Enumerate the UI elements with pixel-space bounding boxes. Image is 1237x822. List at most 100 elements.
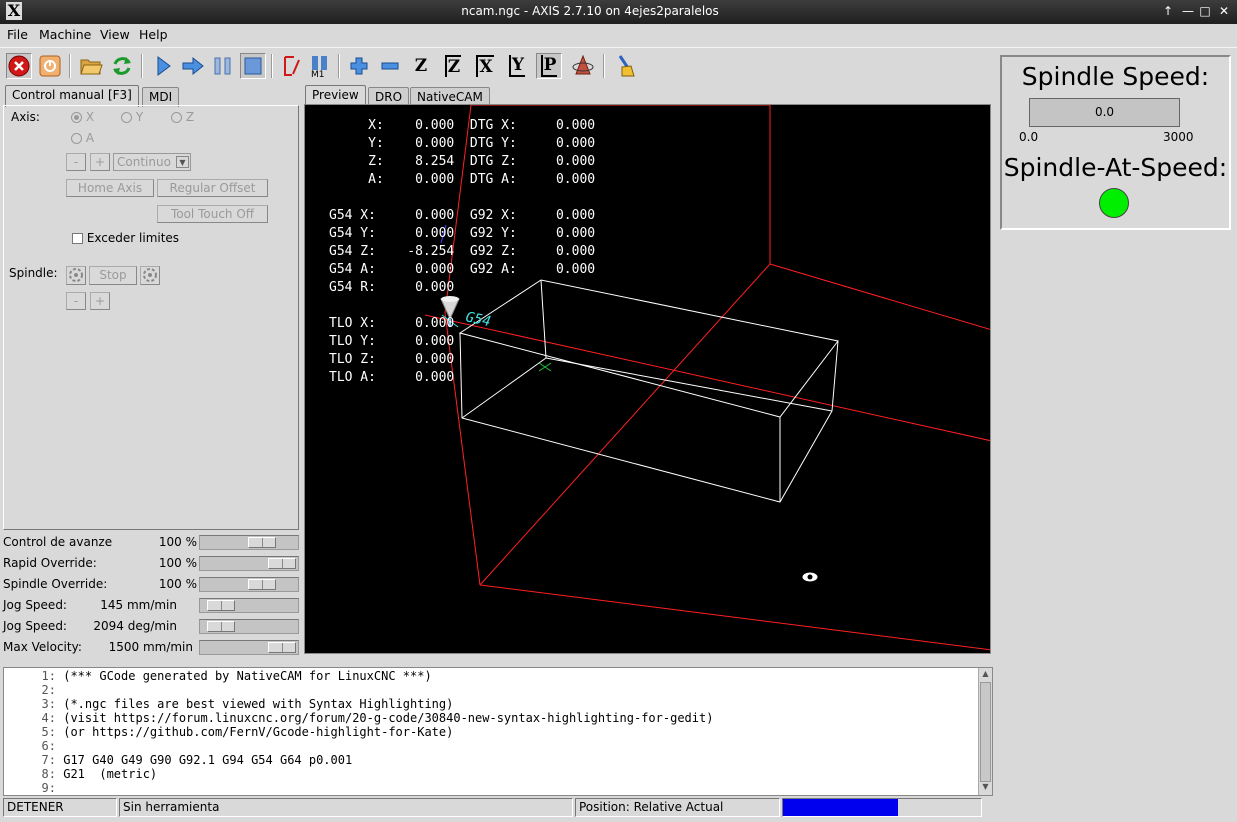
view-z2-button[interactable]: Z	[440, 53, 466, 79]
menu-help[interactable]: Help	[139, 27, 168, 42]
gcode-line-text: (or https://github.com/FernV/Gcode-highl…	[56, 725, 454, 739]
axis-radio-a[interactable]: A	[71, 131, 94, 145]
jog-plus-button[interactable]: +	[90, 153, 110, 171]
view-x-icon: X	[476, 55, 494, 77]
spindle-cw-icon	[143, 268, 157, 282]
regular-offset-button[interactable]: Regular Offset	[157, 179, 268, 197]
close-icon[interactable]: ✕	[1216, 3, 1232, 19]
menu-machine[interactable]: Machine	[39, 27, 91, 42]
gcode-scrollbar[interactable]: ▲ ▼	[978, 668, 992, 795]
tab-mdi[interactable]: MDI	[142, 87, 180, 107]
gcode-line-number: 5:	[41, 725, 56, 739]
spindle-stop-button[interactable]: Stop	[89, 266, 137, 285]
spindle-label: Spindle:	[9, 266, 58, 280]
gcode-line-number: 1:	[41, 669, 56, 683]
jog-minus-button[interactable]: -	[66, 153, 86, 171]
zoom-out-icon	[381, 62, 399, 70]
gcode-line[interactable]: 4: (visit https://forum.linuxcnc.org/for…	[4, 711, 714, 725]
reload-icon	[113, 57, 131, 75]
preview-canvas[interactable]: G54 X: 0.000 DTG X: 0.000 Y: 0.000 DTG Y…	[304, 104, 991, 654]
spindle-slower-button[interactable]: -	[66, 292, 86, 310]
spindle-cw-button[interactable]	[140, 266, 160, 285]
jog-speed-angular-slider[interactable]	[199, 619, 299, 634]
feed-override-slider[interactable]	[199, 535, 299, 550]
manual-control-panel: Axis: X Y Z A - + Continuo ▼ Home Axis R…	[3, 105, 299, 530]
optional-stop-icon: M1	[311, 56, 327, 78]
gcode-line[interactable]: 8: G21 (metric)	[4, 767, 158, 781]
optional-stop-button[interactable]: M1	[307, 53, 333, 79]
axis-radio-x[interactable]: X	[71, 110, 94, 124]
pause-button[interactable]	[210, 53, 236, 79]
slider-label: Rapid Override:	[3, 556, 97, 570]
estop-button[interactable]	[6, 53, 32, 79]
reload-button[interactable]	[109, 53, 135, 79]
slider-label: Control de avanze	[3, 535, 113, 549]
slider-thumb[interactable]	[268, 558, 296, 569]
open-file-icon	[80, 59, 103, 75]
menu-view[interactable]: View	[100, 27, 130, 42]
step-button[interactable]	[180, 53, 206, 79]
gcode-line-number: 7:	[41, 753, 56, 767]
override-limits-checkbox[interactable]: Exceder limites	[72, 231, 179, 245]
view-z-button[interactable]: Z	[408, 53, 434, 79]
slider-thumb[interactable]	[207, 600, 235, 611]
zoom-in-button[interactable]	[346, 53, 372, 79]
spindle-override-slider[interactable]	[199, 577, 299, 592]
tool-touch-off-button[interactable]: Tool Touch Off	[157, 205, 268, 223]
slider-thumb[interactable]	[268, 642, 296, 653]
gcode-line[interactable]: 6:	[4, 739, 63, 753]
window-title: ncam.ngc - AXIS 2.7.10 on 4ejes2paralelo…	[461, 4, 719, 18]
slider-value: 2094 deg/min	[93, 619, 177, 633]
axis-radio-y[interactable]: Y	[121, 110, 143, 124]
minimize-icon[interactable]: —	[1180, 3, 1196, 19]
gcode-line-text: (visit https://forum.linuxcnc.org/forum/…	[56, 711, 714, 725]
menu-file[interactable]: File	[7, 27, 28, 42]
home-axis-button[interactable]: Home Axis	[66, 179, 154, 197]
power-button[interactable]	[37, 53, 63, 79]
chevron-down-icon: ▼	[176, 156, 189, 168]
gcode-line[interactable]: 9:	[4, 781, 63, 795]
slider-value: 100 %	[158, 556, 197, 570]
view-p-button[interactable]: P	[536, 53, 562, 79]
keep-above-icon[interactable]: ↑	[1160, 3, 1176, 19]
rotate-view-button[interactable]	[570, 53, 596, 79]
clear-plot-button[interactable]	[612, 53, 638, 79]
open-file-button[interactable]	[78, 53, 104, 79]
toolbar-separator	[338, 54, 340, 78]
slider-thumb[interactable]	[248, 537, 276, 548]
slider-label: Jog Speed:	[3, 619, 67, 633]
gcode-listing[interactable]: 1: (*** GCode generated by NativeCAM for…	[3, 667, 993, 796]
run-button[interactable]	[150, 53, 176, 79]
scroll-down-icon[interactable]: ▼	[980, 782, 991, 794]
slider-thumb[interactable]	[207, 621, 235, 632]
rapid-override-slider[interactable]	[199, 556, 299, 571]
gcode-line-number: 2:	[41, 683, 56, 697]
jog-speed-linear-slider[interactable]	[199, 598, 299, 613]
gcode-line[interactable]: 2:	[4, 683, 63, 697]
stop-button[interactable]	[240, 53, 266, 79]
jog-speed-angular-row: Jog Speed: 2094 deg/min	[3, 616, 299, 637]
jog-mode-select[interactable]: Continuo ▼	[113, 153, 191, 171]
axis-label: Axis:	[11, 110, 40, 124]
scroll-up-icon[interactable]: ▲	[980, 669, 991, 681]
block-delete-button[interactable]	[278, 53, 304, 79]
spindle-at-speed-led	[1099, 188, 1129, 218]
view-x-button[interactable]: X	[472, 53, 498, 79]
gcode-line-number: 4:	[41, 711, 56, 725]
gcode-line-text	[56, 739, 63, 753]
spindle-ccw-button[interactable]	[66, 266, 86, 285]
scrollbar-thumb[interactable]	[980, 682, 991, 782]
max-velocity-slider[interactable]	[199, 640, 299, 655]
slider-thumb[interactable]	[248, 579, 276, 590]
axis-radio-z[interactable]: Z	[171, 110, 194, 124]
zoom-out-button[interactable]	[377, 53, 403, 79]
maximize-icon[interactable]: □	[1197, 3, 1213, 19]
view-y-button[interactable]: Y	[504, 53, 530, 79]
tab-manual-control[interactable]: Control manual [F3]	[5, 85, 139, 107]
status-position: Position: Relative Actual	[575, 798, 780, 817]
gcode-line[interactable]: 7: G17 G40 G49 G90 G92.1 G94 G54 G64 p0.…	[4, 753, 353, 767]
gcode-line[interactable]: 1: (*** GCode generated by NativeCAM for…	[4, 669, 432, 683]
spindle-faster-button[interactable]: +	[90, 292, 110, 310]
gcode-line[interactable]: 3: (*.ngc files are best viewed with Syn…	[4, 697, 454, 711]
gcode-line[interactable]: 5: (or https://github.com/FernV/Gcode-hi…	[4, 725, 454, 739]
